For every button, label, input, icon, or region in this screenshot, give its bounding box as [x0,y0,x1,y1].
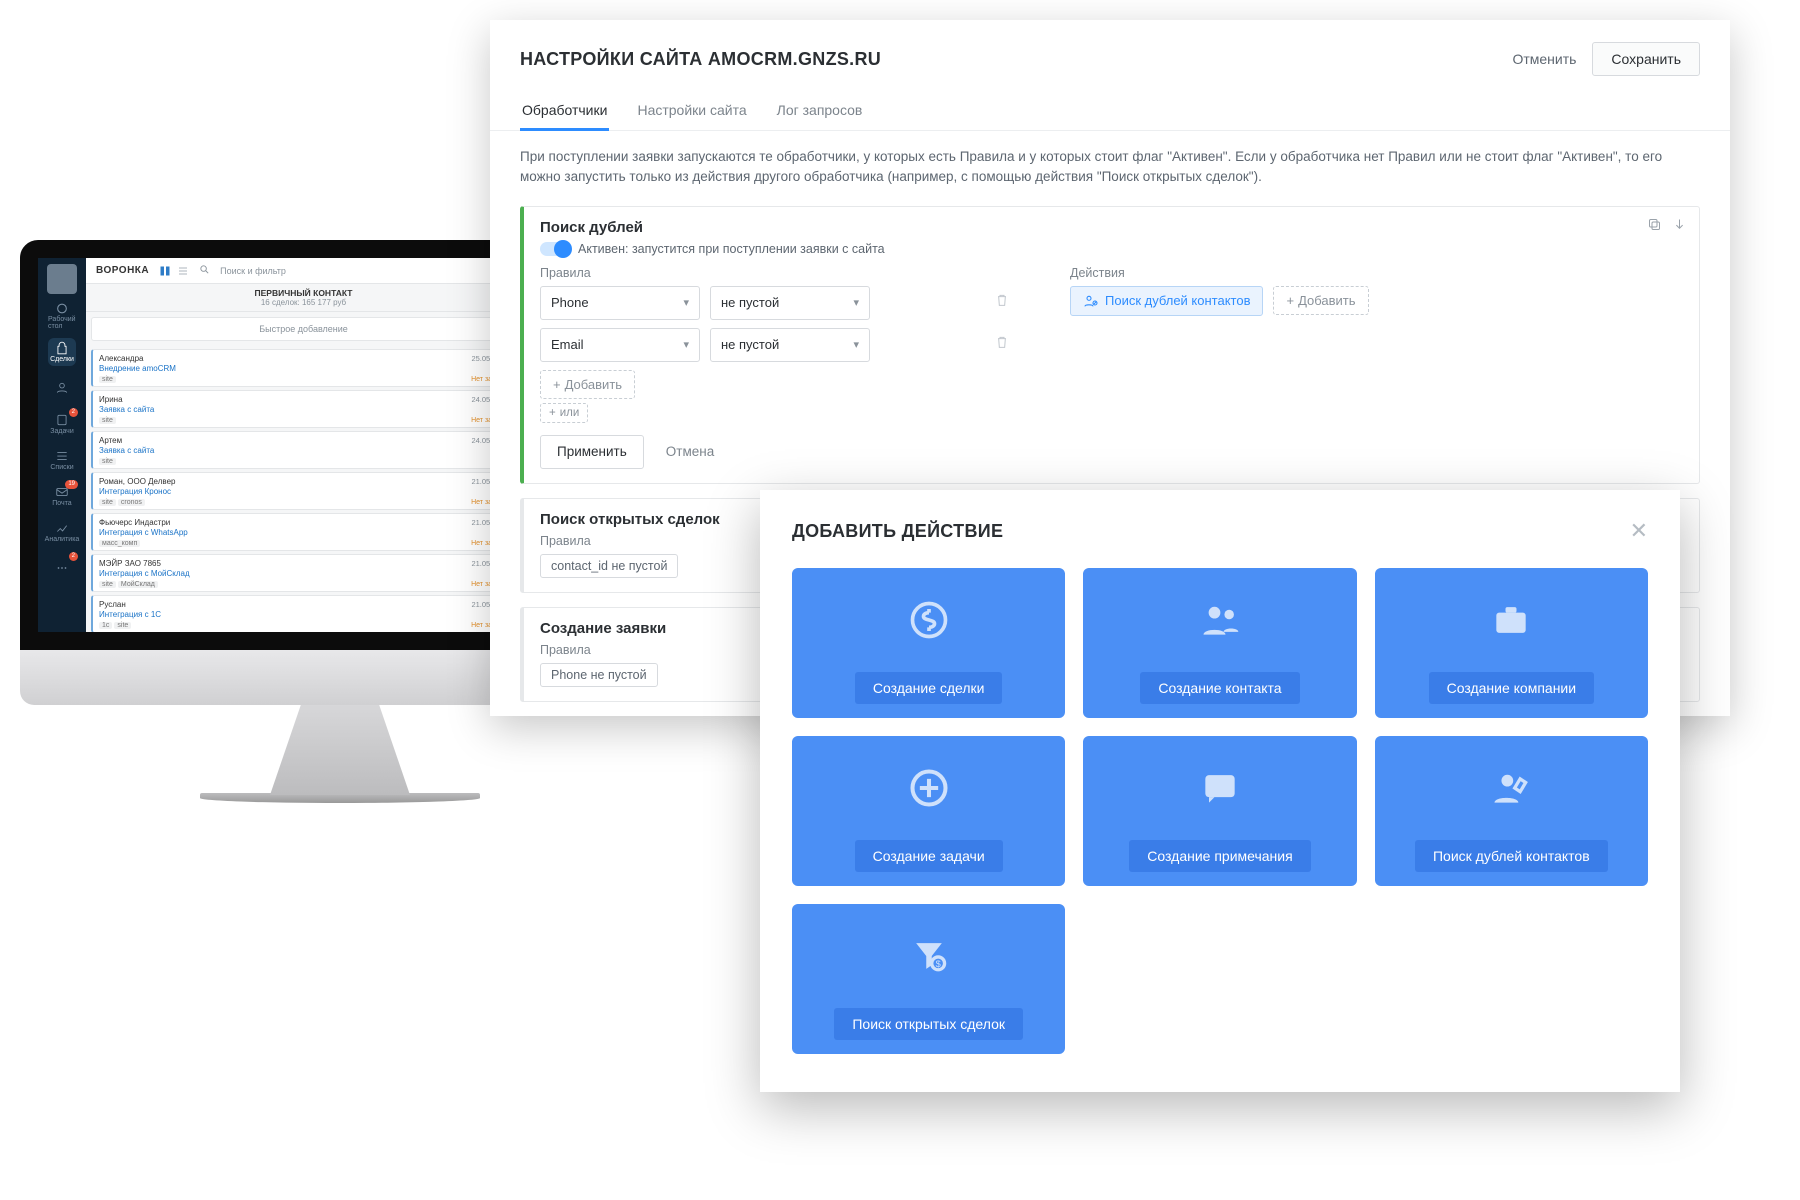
nav-mail[interactable]: 19Почта [48,482,76,510]
search-input[interactable]: Поиск и фильтр [220,266,286,276]
rule-tag[interactable]: contact_id не пустой [540,554,678,578]
handler-search-duplicates: Поиск дублей Активен: запустится при пос… [520,206,1700,484]
avatar[interactable] [47,264,77,294]
rule-tag[interactable]: Phone не пустой [540,663,658,687]
move-down-icon[interactable] [1672,217,1687,237]
nav-analytics[interactable]: Аналитика [48,518,76,546]
action-card[interactable]: Создание примечания [1083,736,1356,886]
nav-desktop[interactable]: Рабочий стол [48,302,76,330]
action-icon [907,568,951,672]
rule-row: Phone▾ не пустой▾ [540,286,1010,320]
handler-title: Поиск дублей [540,219,1683,236]
chevron-down-icon: ▾ [853,296,859,309]
action-card[interactable]: Создание задачи [792,736,1065,886]
apply-button[interactable]: Применить [540,435,644,469]
action-label: Поиск дублей контактов [1415,840,1608,872]
action-icon [1489,568,1533,672]
description: При поступлении заявки запускаются те об… [490,131,1730,198]
rule-op-select[interactable]: не пустой▾ [710,286,870,320]
rule-field-select[interactable]: Phone▾ [540,286,700,320]
deal-card[interactable]: Ирина24.05.2021 Заявка с сайта siteНет з… [91,390,516,428]
deal-card[interactable]: МЭЙР ЗАО 786521.05.2021 Интеграция с Мой… [91,554,516,592]
action-icon [907,736,951,840]
nav-more[interactable]: 2 [48,554,76,582]
rule-op-select[interactable]: не пустой▾ [710,328,870,362]
action-label: Создание компании [1429,672,1594,704]
nav-buyers[interactable] [48,374,76,402]
action-icon [1198,736,1242,840]
add-action-button[interactable]: +Добавить [1273,286,1368,315]
rule-row: Email▾ не пустой▾ [540,328,1010,362]
page-title: НАСТРОЙКИ САЙТА AMOCRM.GNZS.RU [520,49,881,70]
nav-lists[interactable]: Списки [48,446,76,474]
action-label: Создание задачи [855,840,1003,872]
action-card[interactable]: Создание компании [1375,568,1648,718]
deal-card[interactable]: Роман, ООО Делвер21.05.2021 Интеграция К… [91,472,516,510]
tab-handlers[interactable]: Обработчики [520,94,609,131]
svg-text:$: $ [935,959,940,969]
save-button[interactable]: Сохранить [1592,42,1700,76]
trash-icon[interactable] [994,334,1010,355]
close-icon[interactable]: ✕ [1630,518,1648,544]
action-icon [1198,568,1242,672]
action-card[interactable]: Поиск дублей контактов [1375,736,1648,886]
action-chip[interactable]: Поиск дублей контактов [1070,286,1263,316]
view-toggle[interactable] [159,265,189,277]
cancel-rules-button[interactable]: Отмена [658,435,722,469]
add-rule-button[interactable]: +Добавить [540,370,635,399]
search-icon[interactable] [199,264,210,277]
deal-card[interactable]: Фьючерс Индастри21.05.2021 Интеграция с … [91,513,516,551]
chevron-down-icon: ▾ [683,296,689,309]
pipeline-title: ВОРОНКА [96,265,149,276]
trash-icon[interactable] [994,292,1010,313]
action-icon: $ [907,904,951,1008]
copy-icon[interactable] [1647,217,1662,237]
nav-tasks[interactable]: 2Задачи [48,410,76,438]
action-label: Создание контакта [1140,672,1299,704]
action-icon [1489,736,1533,840]
pipeline-col-primary: ПЕРВИЧНЫЙ КОНТАКТ16 сделок: 165 177 руб … [86,284,522,632]
modal-title: ДОБАВИТЬ ДЕЙСТВИЕ [792,521,1003,542]
deal-card[interactable]: Александра25.05.2021 Внедрение amoCRM si… [91,349,516,387]
chevron-down-icon: ▾ [683,338,689,351]
quick-add[interactable]: Быстрое добавление [91,317,516,341]
action-card[interactable]: $ Поиск открытых сделок [792,904,1065,1054]
action-label: Создание сделки [855,672,1003,704]
deal-card[interactable]: Артем24.05.2021 Заявка с сайта site1д ▸ [91,431,516,469]
chevron-down-icon: ▾ [853,338,859,351]
action-label: Поиск открытых сделок [834,1008,1023,1040]
action-card[interactable]: Создание контакта [1083,568,1356,718]
rule-field-select[interactable]: Email▾ [540,328,700,362]
crm-sidebar: Рабочий стол Сделки 2Задачи Списки 19Поч… [38,258,86,632]
nav-deals[interactable]: Сделки [48,338,76,366]
cancel-button[interactable]: Отменить [1496,43,1592,75]
deal-card[interactable]: Руслан21.05.2021 Интеграция с 1С 1csiteН… [91,595,516,632]
tab-site-settings[interactable]: Настройки сайта [635,94,748,130]
add-or-button[interactable]: +или [540,403,588,423]
action-card[interactable]: Создание сделки [792,568,1065,718]
active-toggle[interactable] [540,242,570,256]
add-action-modal: ДОБАВИТЬ ДЕЙСТВИЕ ✕ Создание сделки Созда… [760,490,1680,1092]
action-label: Создание примечания [1129,840,1310,872]
tab-request-log[interactable]: Лог запросов [775,94,865,130]
tabs: Обработчики Настройки сайта Лог запросов [490,86,1730,131]
